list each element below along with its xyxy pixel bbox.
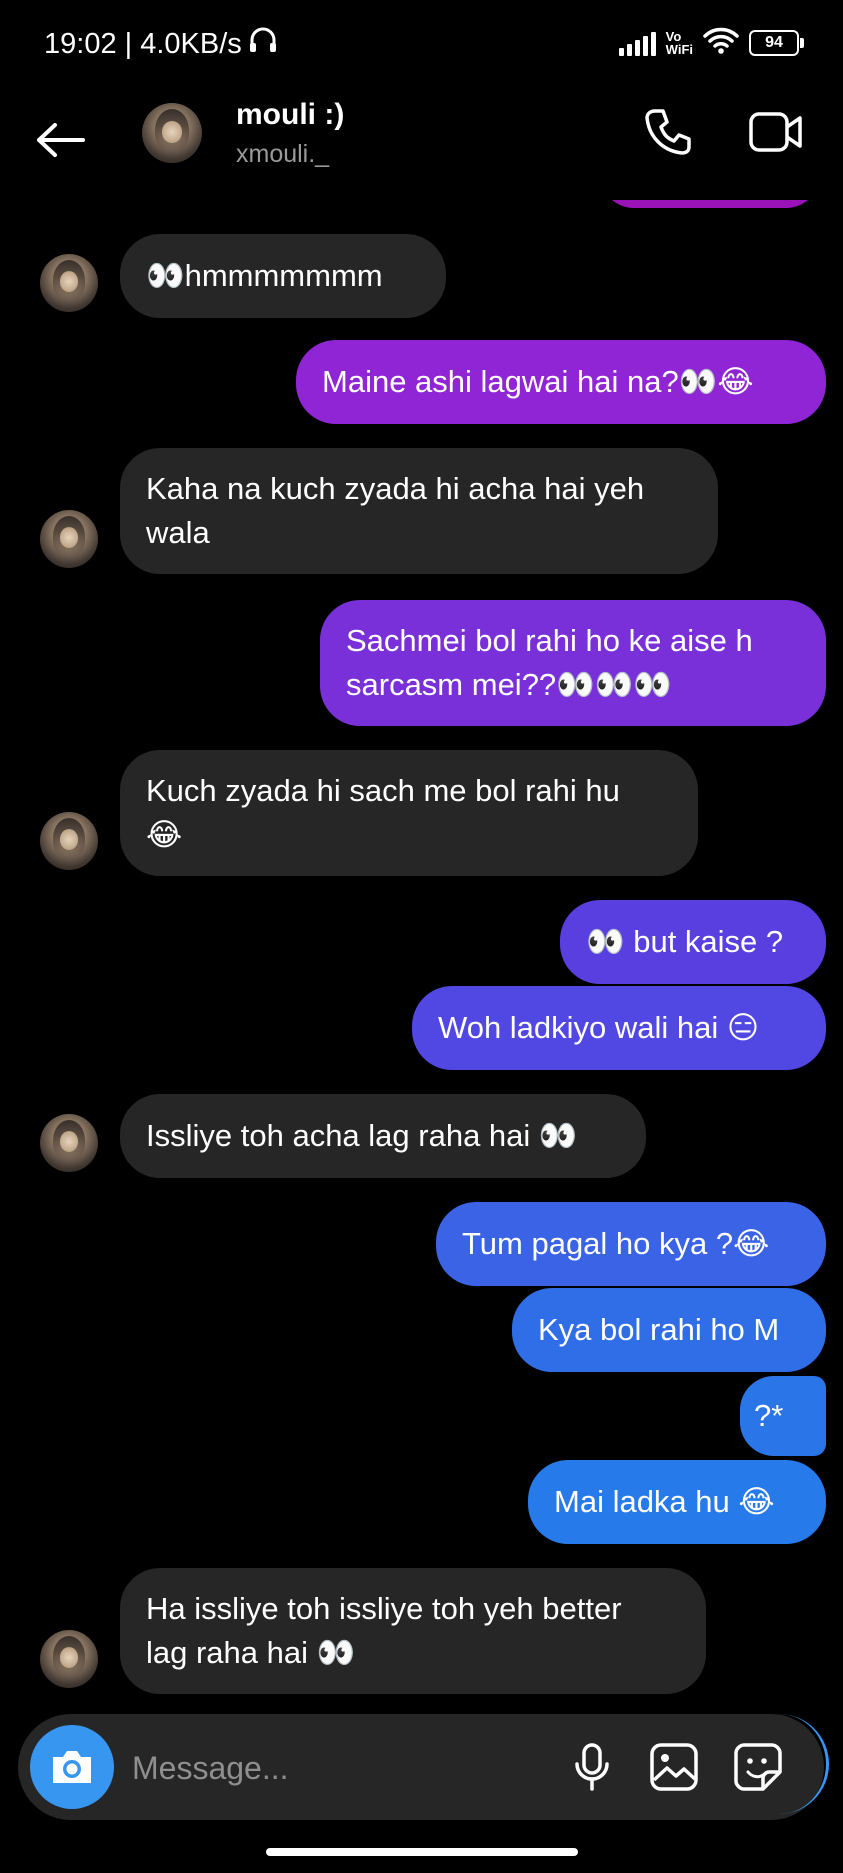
phone-icon	[645, 109, 691, 155]
sender-avatar[interactable]	[40, 510, 98, 568]
chat-screen: 19:02 | 4.0KB/s Vo WiFi 94 mouli:) xmou…	[0, 0, 843, 1873]
outgoing-message-bubble[interactable]: Sachmei bol rahi ho ke aise h sarcasm me…	[320, 600, 826, 726]
camera-button[interactable]	[30, 1725, 114, 1809]
gallery-button[interactable]	[646, 1739, 702, 1795]
microphone-icon	[575, 1743, 609, 1791]
contact-handle[interactable]: xmouli._	[236, 140, 329, 169]
sender-avatar[interactable]	[40, 1114, 98, 1172]
outgoing-message-bubble[interactable]: Kya bol rahi ho M	[512, 1288, 826, 1372]
mic-button[interactable]	[564, 1739, 620, 1795]
sender-avatar[interactable]	[40, 254, 98, 312]
outgoing-message-bubble[interactable]: Maine ashi lagwai hai na?👀😂	[296, 340, 826, 424]
camera-icon	[53, 1751, 91, 1783]
image-icon	[650, 1743, 698, 1791]
video-camera-icon	[749, 112, 802, 152]
contact-name[interactable]: mouli :)	[236, 98, 344, 132]
chat-header: mouli :) xmouli._	[0, 90, 843, 200]
incoming-message-bubble[interactable]: Issliye toh acha lag raha hai 👀	[120, 1094, 646, 1178]
incoming-message-bubble[interactable]: Kuch zyada hi sach me bol rahi hu 😂	[120, 750, 698, 876]
outgoing-message-bubble[interactable]: Mai ladka hu 😂	[528, 1460, 826, 1544]
outgoing-message-bubble[interactable]: 👀 but kaise ?	[560, 900, 826, 984]
outgoing-message-bubble[interactable]: Woh ladkiyo wali hai 😑	[412, 986, 826, 1070]
video-call-button[interactable]	[740, 100, 812, 164]
home-indicator[interactable]	[266, 1848, 578, 1856]
incoming-message-bubble[interactable]: Ha issliye toh issliye toh yeh better la…	[120, 1568, 706, 1694]
sender-avatar[interactable]	[40, 812, 98, 870]
back-button[interactable]	[30, 110, 90, 170]
message-input[interactable]	[130, 1742, 554, 1794]
incoming-message-bubble[interactable]: Kaha na kuch zyada hi acha hai yeh wala	[120, 448, 718, 574]
voice-call-button[interactable]	[636, 100, 700, 164]
outgoing-message-bubble[interactable]: Tum pagal ho kya ?😂	[436, 1202, 826, 1286]
incoming-message-bubble[interactable]: 👀hmmmmmmm	[120, 234, 446, 318]
arrow-left-icon	[37, 123, 85, 157]
message-composer	[18, 1714, 824, 1820]
outgoing-message-bubble[interactable]: ?*	[740, 1376, 826, 1456]
contact-avatar[interactable]	[142, 103, 202, 163]
message-list: 👀hmmmmmmm Maine ashi lagwai hai na?👀😂 Kaha…	[0, 0, 843, 1873]
sender-avatar[interactable]	[40, 1630, 98, 1688]
